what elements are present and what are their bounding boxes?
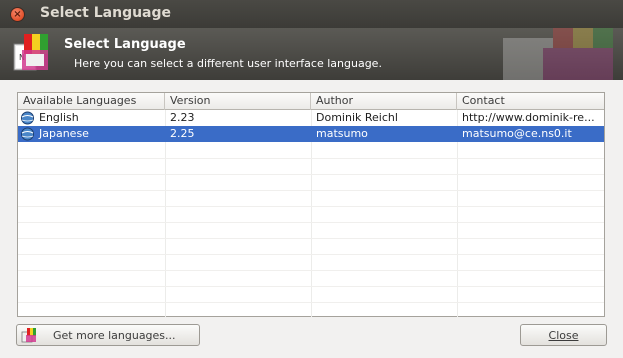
banner-decoration-icon — [503, 28, 613, 80]
close-button[interactable]: Close — [520, 324, 607, 346]
table-body: English 2.23 Dominik Reichl http://www.d… — [18, 110, 604, 142]
row-divider — [18, 254, 604, 255]
row-divider — [18, 286, 604, 287]
column-header-languages[interactable]: Available Languages — [18, 93, 165, 110]
row-divider — [18, 158, 604, 159]
cell-author: matsumo — [316, 127, 368, 140]
header-banner: N Select Language Here you can select a … — [0, 28, 623, 80]
banner-title: Select Language — [64, 37, 186, 52]
close-icon: × — [13, 8, 22, 20]
column-header-version[interactable]: Version — [165, 93, 311, 110]
row-divider — [18, 206, 604, 207]
cell-contact: matsumo@ce.ns0.it — [462, 127, 572, 140]
cell-version: 2.25 — [170, 127, 195, 140]
table-row-english[interactable]: English 2.23 Dominik Reichl http://www.d… — [18, 110, 604, 126]
row-divider — [18, 302, 604, 303]
close-button-label: Close — [548, 328, 579, 342]
row-divider — [18, 270, 604, 271]
keepass-language-logo-icon: N — [13, 34, 48, 71]
cell-contact: http://www.dominik-re... — [462, 111, 595, 124]
title-bar: × Select Language — [0, 0, 623, 28]
cell-language: Japanese — [39, 127, 89, 140]
banner-subtitle: Here you can select a different user int… — [74, 57, 382, 70]
cell-language: English — [39, 111, 79, 124]
row-divider — [18, 238, 604, 239]
row-divider — [18, 174, 604, 175]
globe-icon — [21, 127, 34, 141]
column-header-author[interactable]: Author — [311, 93, 457, 110]
get-more-languages-label: Get more languages... — [53, 328, 176, 342]
window-title: Select Language — [40, 5, 172, 21]
table-header: Available Languages Version Author Conta… — [18, 93, 604, 110]
globe-icon — [21, 111, 34, 125]
window-close-button[interactable]: × — [10, 7, 25, 22]
table-row-japanese[interactable]: Japanese 2.25 matsumo matsumo@ce.ns0.it — [18, 126, 604, 142]
get-more-languages-button[interactable]: Get more languages... — [16, 324, 200, 346]
language-flags-icon — [21, 328, 36, 343]
row-divider — [18, 222, 604, 223]
cell-version: 2.23 — [170, 111, 195, 124]
row-divider — [18, 190, 604, 191]
column-header-contact[interactable]: Contact — [457, 93, 604, 110]
language-table[interactable]: Available Languages Version Author Conta… — [17, 92, 605, 317]
cell-author: Dominik Reichl — [316, 111, 398, 124]
